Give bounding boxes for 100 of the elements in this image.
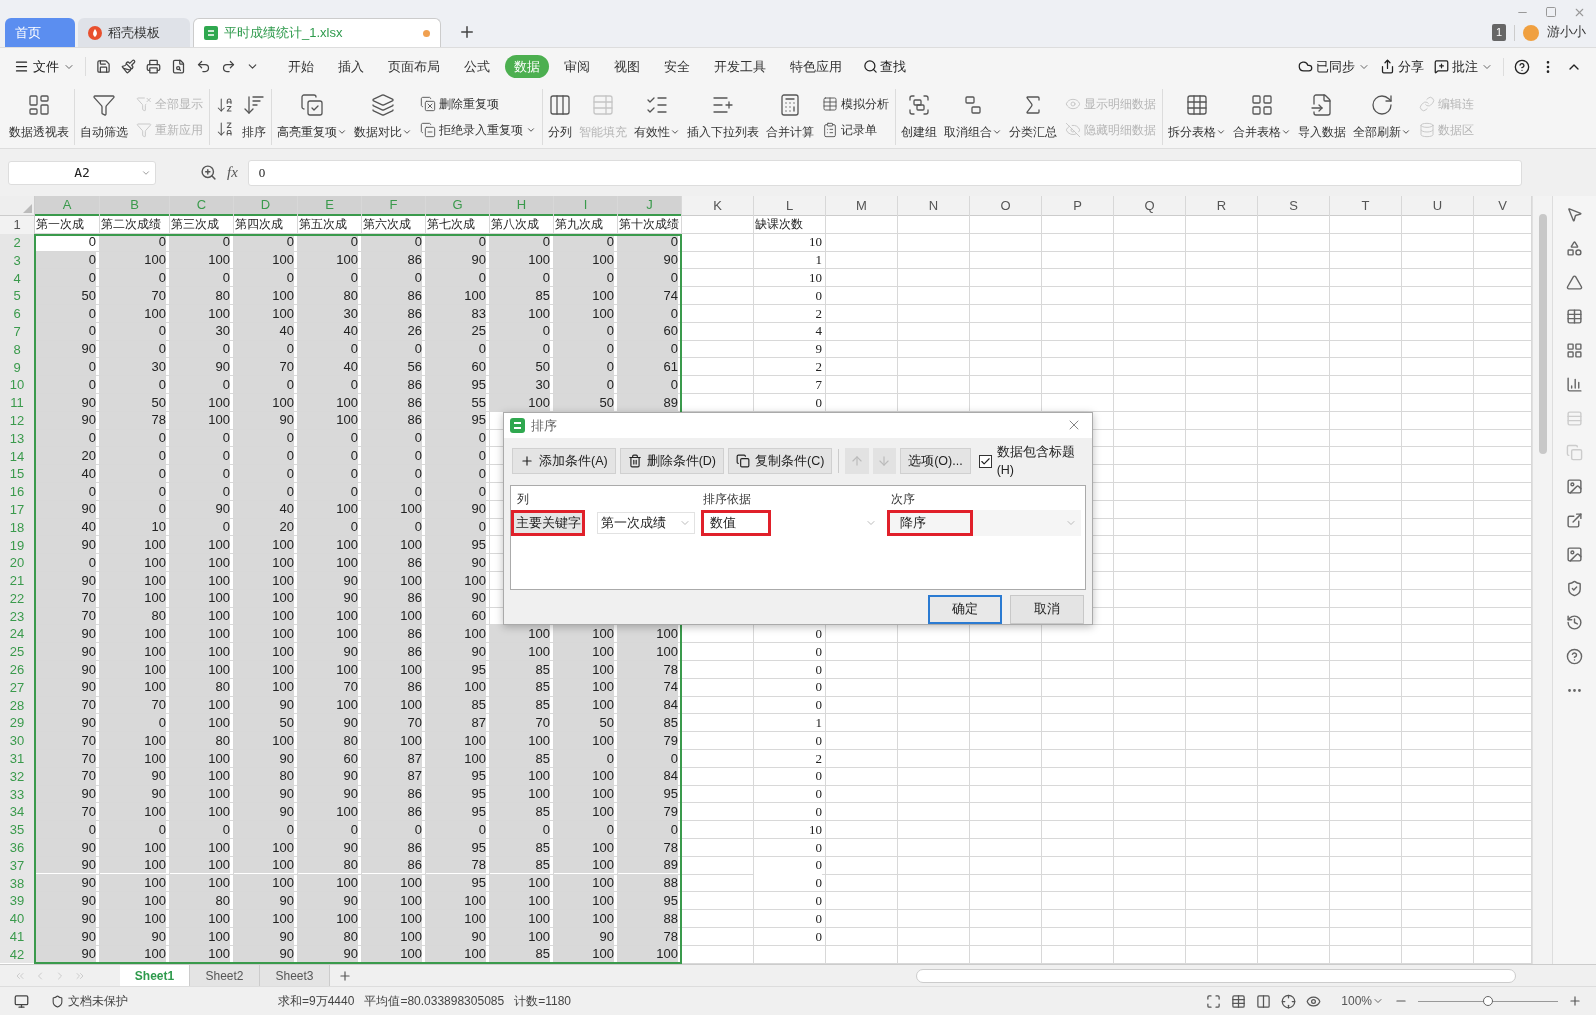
column-header[interactable]: O	[970, 196, 1041, 216]
column-dropdown[interactable]: 第一次成绩	[597, 512, 695, 535]
printer-icon[interactable]	[146, 59, 161, 74]
ok-button[interactable]: 确定	[928, 595, 1002, 624]
user-name[interactable]: 游小小	[1547, 23, 1586, 42]
ribbon-button[interactable]: 全部刷新	[1352, 87, 1412, 146]
pointer-icon[interactable]	[1566, 206, 1583, 223]
column-header[interactable]: K	[682, 196, 753, 216]
horizontal-scrollbar[interactable]	[916, 968, 1516, 983]
image-icon[interactable]	[1566, 546, 1583, 563]
zoom-slider[interactable]	[1418, 995, 1558, 1007]
column-header[interactable]: S	[1258, 196, 1329, 216]
ribbon-tab[interactable]: 视图	[605, 54, 649, 79]
ribbon-tab[interactable]: 公式	[455, 54, 499, 79]
header-checkbox[interactable]: 数据包含标题(H)	[978, 442, 1080, 481]
ribbon-button[interactable]: 有效性	[633, 87, 681, 146]
ribbon-button[interactable]: 删除重复项	[420, 91, 536, 116]
fullscreen-icon[interactable]	[1206, 993, 1222, 1009]
save-icon[interactable]	[96, 59, 111, 74]
toolbar-button[interactable]: 分享	[1380, 56, 1424, 77]
column-header[interactable]: R	[1186, 196, 1257, 216]
ribbon-tab[interactable]: 开发工具	[705, 54, 775, 79]
row-header[interactable]: 1	[0, 216, 34, 234]
sheet-tab[interactable]: Sheet3	[260, 964, 330, 987]
ribbon-button[interactable]: 数据对比	[353, 87, 413, 146]
ribbon-button[interactable]: 导入数据	[1297, 87, 1347, 146]
ribbon-button[interactable]: 插入下拉列表	[686, 87, 760, 146]
image-icon[interactable]	[1566, 478, 1583, 495]
column-header[interactable]: P	[1042, 196, 1113, 216]
table-icon[interactable]	[1231, 993, 1247, 1009]
checkbox[interactable]	[978, 455, 992, 468]
column-header[interactable]: Q	[1114, 196, 1185, 216]
column-header[interactable]: N	[898, 196, 969, 216]
shapes-icon[interactable]	[1566, 240, 1583, 257]
redo-icon[interactable]	[221, 59, 236, 74]
ribbon-tab[interactable]: 安全	[655, 54, 699, 79]
column-header[interactable]: V	[1474, 196, 1531, 216]
ribbon-button[interactable]: 高亮重复项	[276, 87, 348, 146]
shield-icon[interactable]	[1566, 580, 1583, 597]
file-menu[interactable]: 文件	[14, 56, 86, 77]
ribbon-button[interactable]: 取消组合	[943, 87, 1003, 146]
crosshair-icon[interactable]	[1281, 993, 1297, 1009]
ribbon-button[interactable]: 记录单	[822, 117, 889, 142]
ribbon-button[interactable]: 排序	[241, 87, 267, 146]
vertical-scrollbar[interactable]	[1532, 196, 1552, 964]
toolbar-button[interactable]: 删除条件(D)	[619, 448, 725, 475]
ribbon-button[interactable]: 模拟分析	[822, 91, 889, 116]
history-icon[interactable]	[1566, 614, 1583, 631]
column-header[interactable]: L	[754, 196, 825, 216]
search-button[interactable]: 查找	[863, 56, 906, 77]
ribbon-button[interactable]: 分列	[547, 87, 573, 146]
undo-icon[interactable]	[196, 59, 211, 74]
preview-icon[interactable]	[171, 59, 186, 74]
ribbon-tab[interactable]: 插入	[329, 54, 373, 79]
column-header[interactable]: T	[1330, 196, 1401, 216]
formula-field[interactable]: 0	[247, 159, 1522, 186]
ribbon-button[interactable]: 数据透视表	[8, 87, 70, 146]
triangle-icon[interactable]	[1566, 274, 1583, 291]
ribbon-tab[interactable]: 审阅	[555, 54, 599, 79]
table-icon[interactable]	[1566, 308, 1583, 325]
chart-icon[interactable]	[1566, 376, 1583, 393]
ribbon-button[interactable]: 自动筛选	[79, 87, 129, 146]
ribbon-tab[interactable]: 开始	[279, 54, 323, 79]
add-sheet-icon[interactable]	[338, 968, 352, 983]
column-header[interactable]: M	[826, 196, 897, 216]
zoom-level[interactable]: 100%	[1341, 992, 1384, 1010]
toolbar-button[interactable]: 批注	[1434, 56, 1493, 77]
column-header[interactable]: U	[1402, 196, 1473, 216]
toolbar-button[interactable]: 添加条件(A)	[512, 448, 616, 475]
sheet-tab[interactable]: Sheet2	[190, 964, 260, 987]
columns-icon[interactable]	[1256, 993, 1272, 1009]
ribbon-button[interactable]: 拆分表格	[1167, 87, 1227, 146]
ribbon-button[interactable]: 分类汇总	[1008, 87, 1058, 146]
ribbon-button[interactable]: 合并表格	[1232, 87, 1292, 146]
sort-ascending-icon[interactable]	[216, 95, 234, 114]
brush-icon[interactable]	[121, 59, 136, 74]
sort-descending-icon[interactable]	[216, 119, 234, 138]
ribbon-tab[interactable]: 页面布局	[379, 54, 449, 79]
sheet-tab[interactable]: Sheet1	[120, 964, 190, 987]
document-tab[interactable]: 首页	[5, 18, 75, 47]
monitor-icon[interactable]	[14, 993, 29, 1009]
toolbar-button[interactable]: 复制条件(C)	[728, 448, 833, 475]
ribbon-button[interactable]: 拒绝录入重复项	[420, 117, 536, 142]
slider-thumb[interactable]	[1483, 996, 1493, 1006]
ribbon-tab[interactable]: 特色应用	[781, 54, 851, 79]
grid-icon[interactable]	[1566, 342, 1583, 359]
zoom-in-icon[interactable]	[1568, 994, 1582, 1008]
window-count-badge[interactable]: 1	[1491, 24, 1506, 41]
protection-status[interactable]: 文档未保护	[51, 992, 128, 1010]
new-tab-icon[interactable]	[458, 23, 476, 41]
eye-icon[interactable]	[1306, 993, 1322, 1009]
cancel-button[interactable]: 取消	[1010, 595, 1084, 624]
toolbar-button[interactable]: 已同步	[1298, 56, 1370, 77]
toolbar-button[interactable]: 选项(O)...	[900, 448, 971, 475]
ribbon-button[interactable]: 合并计算	[765, 87, 815, 146]
order-dropdown[interactable]: 降序	[887, 510, 1081, 537]
help-icon[interactable]	[1514, 58, 1530, 75]
document-tab[interactable]: 平时成绩统计_1.xlsx	[193, 18, 441, 47]
function-label[interactable]: fx	[227, 161, 238, 184]
zoom-icon[interactable]	[200, 164, 217, 181]
